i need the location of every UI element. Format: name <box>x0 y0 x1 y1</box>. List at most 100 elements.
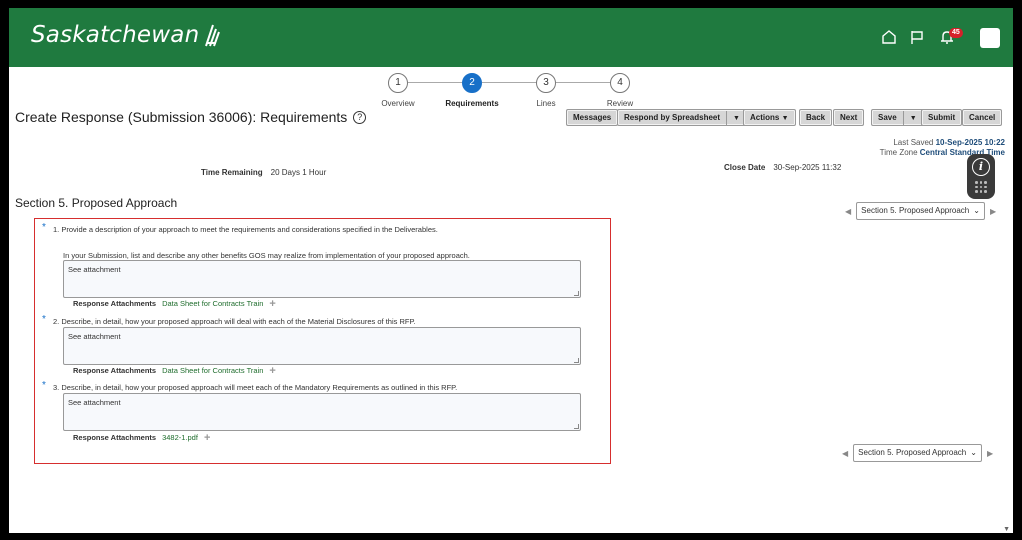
train-step-review[interactable]: 4 Review <box>580 73 660 108</box>
scroll-down-icon[interactable]: ▼ <box>1003 526 1010 533</box>
question-3: * 3. Describe, in detail, how your propo… <box>42 380 458 392</box>
time-remaining: Time Remaining 20 Days 1 Hour <box>201 168 326 177</box>
info-icon[interactable]: i <box>972 158 990 176</box>
page-title-text: Create Response (Submission 36006): Requ… <box>15 109 348 125</box>
wheat-logo-icon <box>205 24 221 47</box>
last-saved-label: Last Saved <box>893 138 934 147</box>
arrow-left-icon[interactable]: ◀ <box>842 449 848 458</box>
required-icon: * <box>42 314 46 325</box>
step-number: 3 <box>536 73 556 93</box>
response-textarea-2[interactable]: See attachment <box>63 327 581 365</box>
response-text: See attachment <box>68 265 121 274</box>
next-button[interactable]: Next <box>833 109 865 126</box>
resize-grip-icon[interactable] <box>574 358 579 363</box>
section-select[interactable]: Section 5. Proposed Approach ⌄ <box>856 202 985 220</box>
response-text: See attachment <box>68 398 121 407</box>
response-textarea-1[interactable]: See attachment <box>63 260 581 298</box>
plus-icon[interactable]: + <box>204 432 210 443</box>
grid-menu-icon[interactable] <box>975 181 987 193</box>
arrow-left-icon[interactable]: ◀ <box>845 207 851 216</box>
resize-grip-icon[interactable] <box>574 424 579 429</box>
resize-grip-icon[interactable] <box>574 291 579 296</box>
close-date-label: Close Date <box>724 163 766 172</box>
response-attachments-1: Response Attachments Data Sheet for Cont… <box>73 298 276 309</box>
user-menu-button[interactable] <box>980 28 1000 48</box>
required-icon: * <box>42 222 46 233</box>
actions-button[interactable]: Actions ▼ <box>743 109 796 126</box>
question-1: * 1. Provide a description of your appro… <box>42 222 438 234</box>
help-icon[interactable]: ? <box>353 110 367 124</box>
top-header: Saskatchewan 45 <box>9 8 1013 67</box>
section-select-value: Section 5. Proposed Approach <box>861 206 970 215</box>
attachment-link[interactable]: 3482-1.pdf <box>162 433 198 442</box>
time-remaining-value: 20 Days 1 Hour <box>270 168 327 177</box>
question-number: 1. <box>53 225 60 234</box>
respond-by-spreadsheet-label: Respond by Spreadsheet <box>624 113 721 122</box>
last-saved-value: 10-Sep-2025 10:22 <box>935 138 1005 147</box>
section-title: Section 5. Proposed Approach <box>15 196 178 210</box>
question-text: Describe, in detail, how your proposed a… <box>61 317 416 326</box>
cancel-button[interactable]: Cancel <box>962 109 1003 126</box>
response-attachments-2: Response Attachments Data Sheet for Cont… <box>73 365 276 376</box>
chevron-down-icon: ⌄ <box>970 448 977 457</box>
page-title: Create Response (Submission 36006): Requ… <box>15 109 367 125</box>
caret-down-icon[interactable]: ▼ <box>902 111 917 126</box>
step-label: Review <box>606 99 634 108</box>
train-step-lines[interactable]: 3 Lines <box>506 73 586 108</box>
close-date: Close Date 30-Sep-2025 11:32 <box>724 163 841 172</box>
process-train: 1 Overview 2 Requirements 3 Lines 4 Revi… <box>9 73 1013 113</box>
attachments-label: Response Attachments <box>73 366 157 375</box>
arrow-right-icon[interactable]: ▶ <box>990 207 996 216</box>
close-date-value: 30-Sep-2025 11:32 <box>773 163 842 172</box>
brand-logo[interactable]: Saskatchewan <box>31 22 223 48</box>
train-step-requirements[interactable]: 2 Requirements <box>432 73 512 108</box>
submit-button[interactable]: Submit <box>921 109 963 126</box>
step-label: Lines <box>536 99 556 108</box>
questions-panel: * 1. Provide a description of your appro… <box>34 218 611 464</box>
caret-down-icon: ▼ <box>781 115 789 122</box>
required-icon: * <box>42 380 46 391</box>
save-button[interactable]: Save ▼ <box>871 109 924 126</box>
respond-by-spreadsheet-button[interactable]: Respond by Spreadsheet ▼ <box>617 109 747 126</box>
attachments-label: Response Attachments <box>73 299 157 308</box>
attachment-link[interactable]: Data Sheet for Contracts Train <box>162 299 263 308</box>
response-textarea-3[interactable]: See attachment <box>63 393 581 431</box>
chevron-down-icon: ⌄ <box>973 206 980 215</box>
back-button[interactable]: Back <box>799 109 833 126</box>
step-number: 4 <box>610 73 630 93</box>
attachments-label: Response Attachments <box>73 433 157 442</box>
plus-icon[interactable]: + <box>269 298 275 309</box>
app-frame: Saskatchewan 45 1 Overview 2 Requirement… <box>9 8 1013 533</box>
home-icon[interactable] <box>880 28 898 46</box>
question-number: 3. <box>53 383 60 392</box>
plus-icon[interactable]: + <box>269 365 275 376</box>
response-attachments-3: Response Attachments 3482-1.pdf + <box>73 432 210 443</box>
actions-label: Actions <box>750 113 780 122</box>
step-number: 2 <box>462 73 482 93</box>
arrow-right-icon[interactable]: ▶ <box>987 449 993 458</box>
section-navigator-top: ◀ Section 5. Proposed Approach ⌄ ▶ <box>845 202 996 220</box>
time-remaining-label: Time Remaining <box>201 168 263 177</box>
section-select[interactable]: Section 5. Proposed Approach ⌄ <box>853 444 982 462</box>
section-navigator-bottom: ◀ Section 5. Proposed Approach ⌄ ▶ <box>842 444 993 462</box>
flag-icon[interactable] <box>908 28 926 46</box>
attachment-link[interactable]: Data Sheet for Contracts Train <box>162 366 263 375</box>
question-text: Describe, in detail, how your proposed a… <box>61 383 458 392</box>
response-text: See attachment <box>68 332 121 341</box>
messages-button[interactable]: Messages <box>566 109 619 126</box>
step-label: Requirements <box>445 99 499 108</box>
time-zone-label: Time Zone <box>879 148 918 157</box>
save-label: Save <box>878 113 897 122</box>
caret-down-icon[interactable]: ▼ <box>726 111 740 126</box>
brand-name: Saskatchewan <box>31 22 200 48</box>
info-widget[interactable]: i <box>967 154 995 199</box>
section-select-value: Section 5. Proposed Approach <box>858 448 967 457</box>
step-label: Overview <box>381 99 415 108</box>
step-number: 1 <box>388 73 408 93</box>
question-subtext: In your Submission, list and describe an… <box>63 251 470 260</box>
train-step-overview[interactable]: 1 Overview <box>358 73 438 108</box>
question-text: Provide a description of your approach t… <box>61 225 438 234</box>
notification-badge: 45 <box>949 28 963 38</box>
question-2: * 2. Describe, in detail, how your propo… <box>42 314 416 326</box>
question-number: 2. <box>53 317 60 326</box>
